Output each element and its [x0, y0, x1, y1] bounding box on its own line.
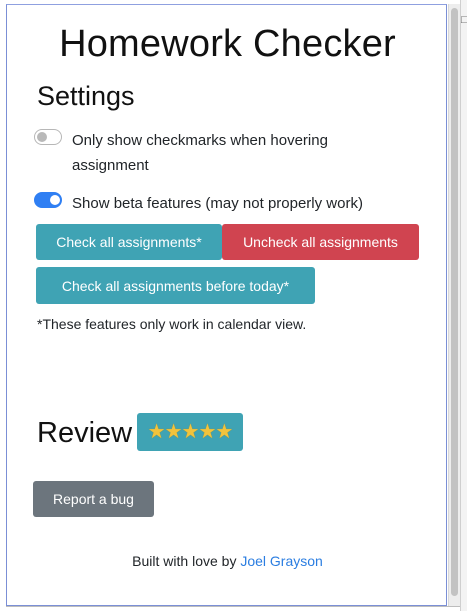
window-edge — [460, 0, 467, 611]
edge-fragment-icon: □ — [461, 14, 467, 26]
hover-checkmarks-label-line2: assignment — [72, 157, 149, 174]
report-bug-button[interactable]: Report a bug — [33, 481, 154, 517]
settings-heading: Settings — [37, 81, 135, 111]
check-before-today-button[interactable]: Check all assignments before today* — [36, 267, 315, 304]
scrollbar-thumb[interactable] — [451, 8, 458, 596]
review-heading: Review — [37, 417, 133, 449]
uncheck-all-button[interactable]: Uncheck all assignments — [222, 224, 419, 260]
page-title: Homework Checker — [59, 23, 396, 65]
browser-frame: □ Homework Checker Settings Only show ch… — [0, 0, 467, 611]
author-link[interactable]: Joel Grayson — [240, 553, 322, 569]
calendar-view-note: *These features only work in calendar vi… — [37, 316, 307, 332]
extension-popup: Homework Checker Settings Only show chec… — [6, 4, 447, 606]
footer-credit: Built with love by Joel Grayson — [7, 553, 448, 569]
toggle-knob — [37, 132, 47, 142]
toggle-knob — [50, 195, 60, 205]
five-star-review-button[interactable]: ★★★★★ — [137, 413, 243, 451]
scrollbar[interactable] — [448, 4, 460, 606]
hover-checkmarks-toggle[interactable] — [34, 129, 62, 145]
beta-features-toggle[interactable] — [34, 192, 62, 208]
hover-checkmarks-label-line1: Only show checkmarks when hovering — [72, 132, 328, 149]
footer-prefix: Built with love by — [132, 553, 241, 569]
bottom-divider — [6, 606, 460, 607]
check-all-button[interactable]: Check all assignments* — [36, 224, 222, 260]
beta-features-label: Show beta features (may not properly wor… — [72, 195, 363, 212]
